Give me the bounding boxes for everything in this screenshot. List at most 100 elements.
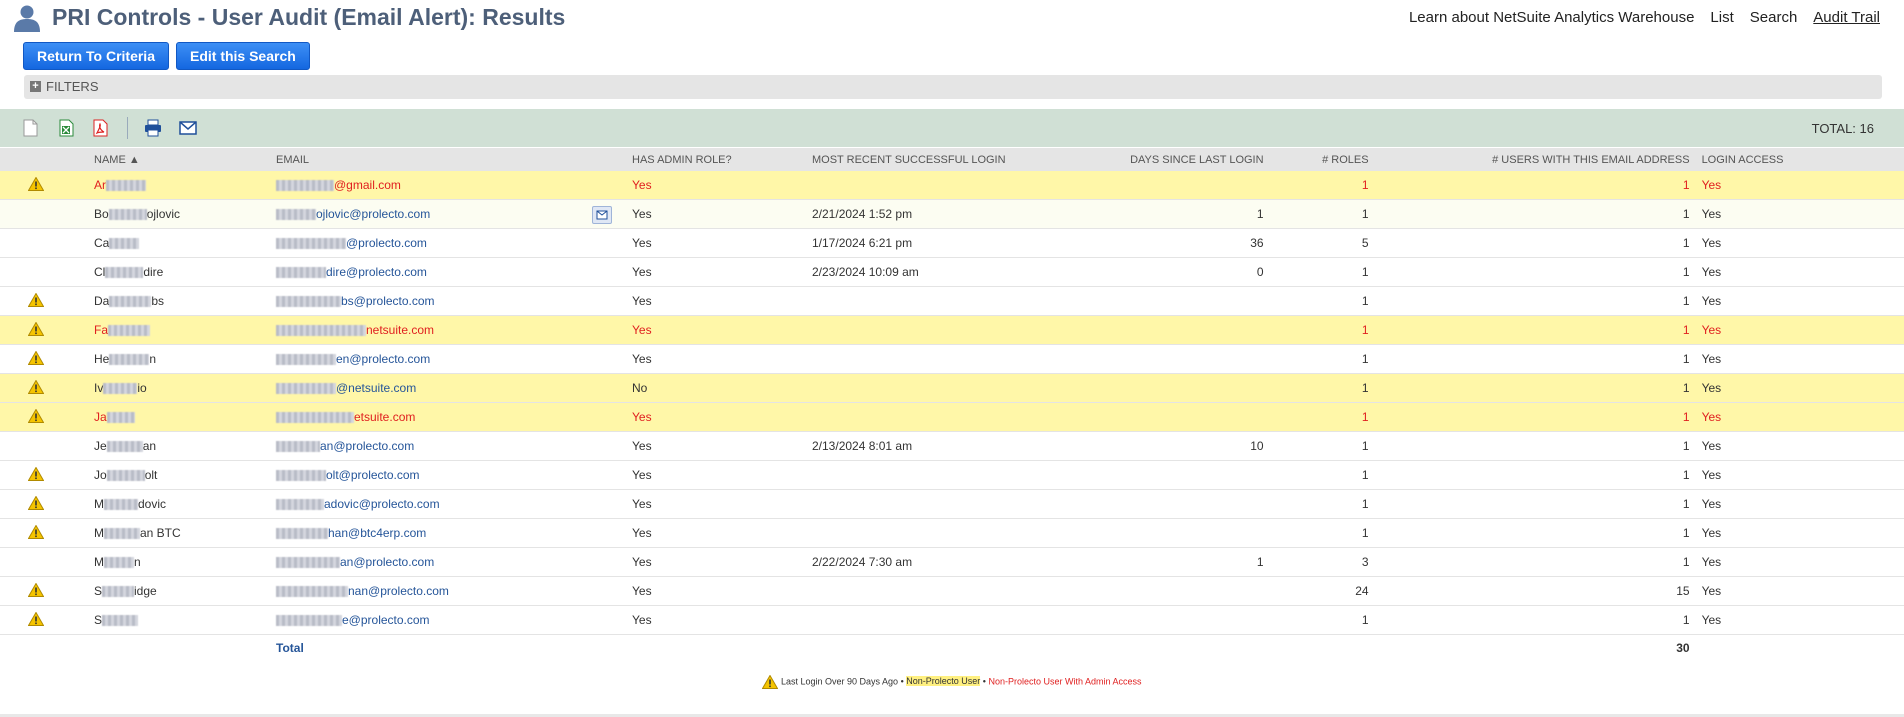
col-email[interactable]: EMAIL bbox=[270, 148, 626, 171]
export-excel-icon[interactable] bbox=[56, 118, 76, 138]
col-users[interactable]: # USERS WITH THIS EMAIL ADDRESS bbox=[1374, 148, 1696, 171]
col-roles[interactable]: # ROLES bbox=[1269, 148, 1375, 171]
days-cell bbox=[1011, 605, 1270, 635]
edit-search-button[interactable]: Edit this Search bbox=[175, 42, 310, 70]
print-icon[interactable] bbox=[143, 118, 163, 138]
email-cell[interactable]: bs@prolecto.com bbox=[270, 286, 626, 316]
email-cell[interactable]: an@prolecto.com bbox=[270, 431, 626, 461]
name-cell[interactable]: Ar bbox=[88, 171, 270, 200]
admin-cell: Yes bbox=[626, 518, 806, 548]
email-cell[interactable]: @prolecto.com bbox=[270, 228, 626, 258]
table-row[interactable]: Mn an@prolecto.com Yes 2/22/2024 7:30 am 1 3 1… bbox=[0, 547, 1904, 577]
name-cell[interactable]: Ca bbox=[88, 228, 270, 258]
col-days[interactable]: DAYS SINCE LAST LOGIN bbox=[1011, 148, 1270, 171]
roles-cell: 1 bbox=[1269, 315, 1375, 345]
warning-cell bbox=[0, 547, 88, 577]
col-access[interactable]: LOGIN ACCESS bbox=[1695, 148, 1904, 171]
send-email-button[interactable] bbox=[592, 206, 612, 224]
redacted-text bbox=[276, 238, 346, 250]
col-login[interactable]: MOST RECENT SUCCESSFUL LOGIN bbox=[806, 148, 1012, 171]
email-icon[interactable] bbox=[178, 118, 198, 138]
login-cell bbox=[806, 315, 1012, 345]
col-admin[interactable]: HAS ADMIN ROLE? bbox=[626, 148, 806, 171]
email-cell[interactable]: an@prolecto.com bbox=[270, 547, 626, 577]
redacted-text bbox=[109, 296, 152, 308]
audit-trail-link[interactable]: Audit Trail bbox=[1813, 9, 1880, 26]
name-cell[interactable]: S bbox=[88, 605, 270, 635]
table-row[interactable]: Ar @gmail.com Yes 1 1 Yes bbox=[0, 171, 1904, 200]
name-cell[interactable]: Bo ojlovic bbox=[88, 199, 270, 229]
name-cell[interactable]: Cl dire bbox=[88, 257, 270, 287]
admin-cell: Yes bbox=[626, 576, 806, 606]
table-row[interactable]: Man BTC han@btc4erp.com Yes 1 1 Yes bbox=[0, 518, 1904, 548]
search-link[interactable]: Search bbox=[1750, 9, 1798, 26]
redacted-text bbox=[102, 586, 135, 598]
name-cell[interactable]: Da bs bbox=[88, 286, 270, 316]
table-row[interactable]: Ca @prolecto.com Yes 1/17/2024 6:21 pm 36 5 1 Y… bbox=[0, 228, 1904, 258]
name-cell[interactable]: Mn bbox=[88, 547, 270, 577]
table-row[interactable]: Sidge nan@prolecto.com Yes 24 15 Yes bbox=[0, 576, 1904, 606]
name-cell[interactable]: Fa bbox=[88, 315, 270, 345]
email-cell[interactable]: adovic@prolecto.com bbox=[270, 489, 626, 519]
name-cell[interactable]: He n bbox=[88, 344, 270, 374]
redacted-text bbox=[104, 499, 138, 511]
name-cell[interactable]: Man BTC bbox=[88, 518, 270, 548]
name-cell[interactable]: Ja bbox=[88, 402, 270, 432]
table-row[interactable]: Cl dire dire@prolecto.com Yes 2/23/2024 10:0… bbox=[0, 257, 1904, 287]
table-row[interactable]: Bo ojlovic ojlovic@prolecto.com Yes 2/21/202… bbox=[0, 199, 1904, 229]
redacted-text bbox=[276, 209, 316, 221]
name-cell[interactable]: Sidge bbox=[88, 576, 270, 606]
access-cell: Yes bbox=[1695, 460, 1904, 490]
export-pdf-icon[interactable] bbox=[90, 118, 110, 138]
access-cell: Yes bbox=[1695, 315, 1904, 345]
days-cell: 0 bbox=[1011, 257, 1270, 287]
warning-cell bbox=[0, 199, 88, 229]
users-cell: 1 bbox=[1374, 199, 1696, 229]
login-cell bbox=[806, 344, 1012, 374]
email-cell[interactable]: @netsuite.com bbox=[270, 373, 626, 403]
table-row[interactable]: Da bs bs@prolecto.com Yes 1 1 Yes bbox=[0, 286, 1904, 316]
table-row[interactable]: Se@prolecto.com Yes 1 1 Yes bbox=[0, 605, 1904, 635]
legend-nonprolecto: Non-Prolecto User bbox=[906, 676, 981, 687]
table-row[interactable]: He n en@prolecto.com Yes 1 1 Yes bbox=[0, 344, 1904, 374]
users-cell: 1 bbox=[1374, 489, 1696, 519]
table-row[interactable]: Jo olt olt@prolecto.com Yes 1 1 Yes bbox=[0, 460, 1904, 490]
warning-cell bbox=[0, 518, 88, 548]
email-cell[interactable]: etsuite.com bbox=[270, 402, 626, 432]
legend-sep: • bbox=[982, 676, 986, 687]
email-cell[interactable]: han@btc4erp.com bbox=[270, 518, 626, 548]
user-icon bbox=[14, 5, 40, 32]
warning-cell bbox=[0, 431, 88, 461]
table-row[interactable]: Mdovic adovic@prolecto.com Yes 1 1 Yes bbox=[0, 489, 1904, 519]
export-csv-icon[interactable] bbox=[20, 118, 40, 138]
email-cell[interactable]: @gmail.com bbox=[270, 171, 626, 200]
redacted-text bbox=[276, 557, 340, 569]
name-cell[interactable]: Mdovic bbox=[88, 489, 270, 519]
return-to-criteria-button[interactable]: Return To Criteria bbox=[23, 42, 169, 70]
email-cell[interactable]: dire@prolecto.com bbox=[270, 257, 626, 287]
expand-plus-icon[interactable]: + bbox=[30, 81, 41, 92]
email-cell[interactable]: netsuite.com bbox=[270, 315, 626, 345]
email-cell[interactable]: olt@prolecto.com bbox=[270, 460, 626, 490]
name-cell[interactable]: Je an bbox=[88, 431, 270, 461]
login-cell bbox=[806, 402, 1012, 432]
email-cell[interactable]: nan@prolecto.com bbox=[270, 576, 626, 606]
list-link[interactable]: List bbox=[1710, 9, 1733, 26]
col-name[interactable]: NAME ▲ bbox=[88, 148, 270, 171]
login-cell bbox=[806, 373, 1012, 403]
table-row[interactable]: Je an an@prolecto.com Yes 2/13/2024 8:01 am 1… bbox=[0, 431, 1904, 461]
email-cell[interactable]: en@prolecto.com bbox=[270, 344, 626, 374]
table-row[interactable]: Iv io @netsuite.com No 1 1 Yes bbox=[0, 373, 1904, 403]
filters-bar[interactable]: + FILTERS bbox=[24, 75, 1882, 99]
redacted-text bbox=[109, 238, 140, 250]
table-row[interactable]: Fa netsuite.com Yes 1 1 Yes bbox=[0, 315, 1904, 345]
name-cell[interactable]: Jo olt bbox=[88, 460, 270, 490]
learn-link[interactable]: Learn about NetSuite Analytics Warehouse bbox=[1409, 9, 1694, 26]
page-title: PRI Controls - User Audit (Email Alert):… bbox=[52, 4, 566, 30]
table-row[interactable]: Ja etsuite.com Yes 1 1 Yes bbox=[0, 402, 1904, 432]
email-cell[interactable]: ojlovic@prolecto.com bbox=[270, 199, 626, 229]
access-cell: Yes bbox=[1695, 171, 1904, 200]
name-cell[interactable]: Iv io bbox=[88, 373, 270, 403]
email-cell[interactable]: e@prolecto.com bbox=[270, 605, 626, 635]
redacted-text bbox=[276, 180, 334, 192]
